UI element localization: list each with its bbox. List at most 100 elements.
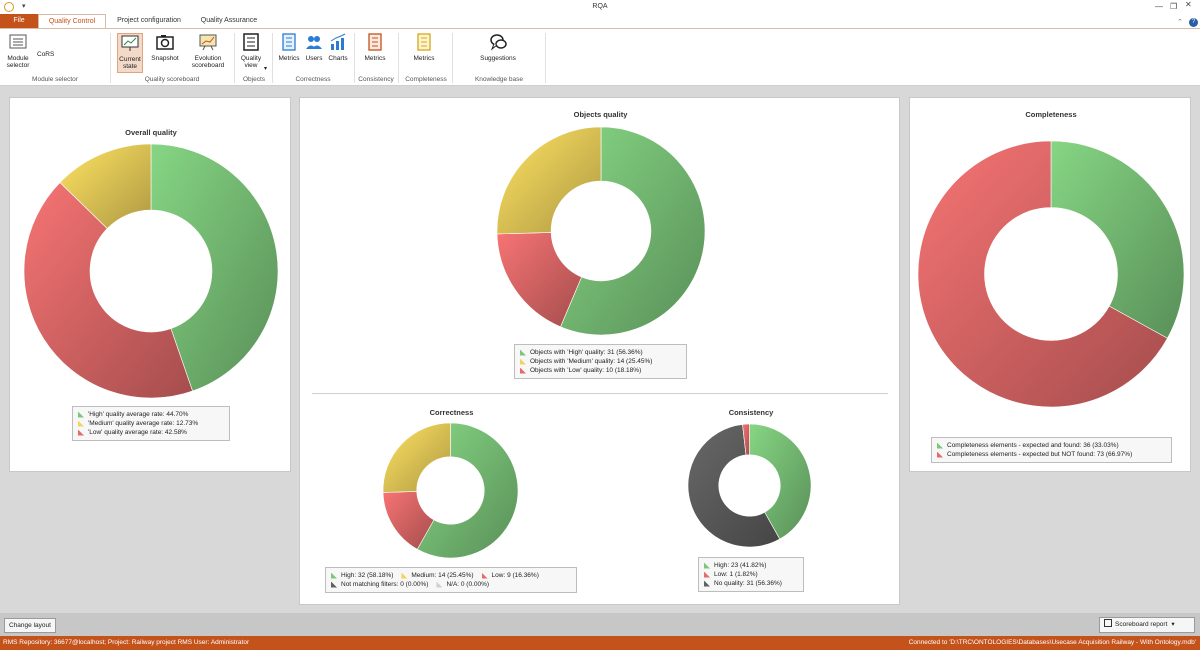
group-quality-scoreboard: Quality scoreboard [144,76,200,83]
quality-view-label: Quality view [240,55,262,69]
legend-label: 'High' quality average rate: 44.70% [88,411,189,418]
legend-swatch [704,562,710,569]
charts-button[interactable]: Charts [326,33,350,62]
users-icon [306,36,322,49]
objects-quality-chart [496,126,706,336]
evolution-scoreboard-button[interactable]: Evolution scoreboard [190,33,226,69]
snapshot-button[interactable]: Snapshot [150,33,180,62]
completeness-metrics-button[interactable]: Metrics [411,33,437,62]
completeness-title: Completeness [1025,110,1077,119]
legend-label: High: 32 (58.18%) [341,572,394,579]
legend-swatch [520,358,526,365]
legend-item: No quality: 31 (56.36%) [704,579,782,588]
window-title: RQA [592,3,608,10]
camera-icon [156,35,174,50]
objects_quality-slice-medium[interactable] [496,126,602,235]
help-icon[interactable]: ? [1189,18,1198,27]
group-consistency: Consistency [358,76,394,83]
group-objects: Objects [242,76,266,83]
tab-quality-assurance[interactable]: Quality Assurance [195,14,263,28]
scoreboard-report-label: Scoreboard report [1115,621,1168,628]
cors-label[interactable]: CoRS [37,51,54,58]
overall-quality-title: Overall quality [125,128,177,137]
legend-row: Not matching filters: 0 (0.00%) N/A: 0 (0… [331,580,571,589]
change-layout-button[interactable]: Change layout [4,618,56,633]
legend-label: Medium: 14 (25.45%) [411,572,474,579]
legend-row: 'Low' quality average rate: 42.58% [78,428,224,437]
legend-swatch [520,367,526,374]
overall-quality-panel: Overall quality 'High' quality average r… [9,97,291,472]
bottom-toolbar: Change layout Scoreboard report ▾ [0,613,1200,636]
group-completeness: Completeness [405,76,447,83]
completeness-metrics-label: Metrics [413,55,435,62]
consistency-metrics-label: Metrics [364,55,386,62]
legend-item: N/A: 0 (0.00%) [436,580,489,589]
legend-row: High: 32 (58.18%) Medium: 14 (25.45%) Low:… [331,571,571,580]
overall-quality-chart [23,143,279,399]
legend-item: Not matching filters: 0 (0.00%) [331,580,428,589]
tab-file[interactable]: File [0,14,38,28]
legend-label: Completeness elements - expected and fou… [947,442,1119,449]
correctness-title: Correctness [429,408,474,417]
minimize-icon[interactable]: — [1155,2,1163,11]
legend-swatch [937,451,943,458]
scoreboard-report-button[interactable]: Scoreboard report ▾ [1099,617,1195,633]
legend-label: Objects with 'Low' quality: 10 (18.18%) [530,367,642,374]
consistency-metrics-button[interactable]: Metrics [362,33,388,62]
legend-item: Objects with 'Medium' quality: 14 (25.45… [520,357,652,366]
legend-item: Objects with 'High' quality: 31 (56.36%) [520,348,643,357]
quality-view-button[interactable]: Quality view [237,33,265,69]
completeness-slice-high[interactable] [1050,140,1185,339]
center-panel: Objects quality Objects with 'High' qual… [299,97,900,605]
legend-row: Completeness elements - expected and fou… [937,441,1166,450]
overall-quality-legend: 'High' quality average rate: 44.70% 'Medi… [72,406,230,441]
legend-row: Objects with 'Low' quality: 10 (18.18%) [520,366,681,375]
legend-label: Not matching filters: 0 (0.00%) [341,581,429,588]
consistency-legend: High: 23 (41.82%) Low: 1 (1.82%) No qualit… [698,557,804,592]
legend-item: Medium: 14 (25.45%) [401,571,474,580]
legend-item: Completeness elements - expected and fou… [937,441,1119,450]
legend-label: 'Medium' quality average rate: 12.73% [88,420,199,427]
correctness-metrics-button[interactable]: Metrics [277,33,301,62]
legend-label: No quality: 31 (56.36%) [714,580,782,587]
legend-row: No quality: 31 (56.36%) [704,579,798,588]
quality-view-dropdown-icon[interactable]: ▾ [264,65,267,72]
tab-project-configuration[interactable]: Project configuration [110,14,188,28]
suggestions-label: Suggestions [480,55,516,62]
legend-item: 'High' quality average rate: 44.70% [78,410,188,419]
legend-swatch [704,580,710,587]
ribbon: Module selector CoRS Module selector Cur… [0,28,1200,86]
suggestions-button[interactable]: Suggestions [476,33,520,62]
maximize-icon[interactable]: ❐ [1170,2,1177,11]
status-repository: RMS Repository: 36677@localhost; Project… [3,639,250,646]
legend-item: High: 23 (41.82%) [704,561,766,570]
correctness-legend: High: 32 (58.18%) Medium: 14 (25.45%) Low:… [325,567,577,593]
legend-label: High: 23 (41.82%) [714,562,767,569]
title-bar: ▾ RQA — ❐ ✕ [0,0,1200,14]
tab-quality-control[interactable]: Quality Control [38,14,106,28]
legend-row: Objects with 'Medium' quality: 14 (25.45… [520,357,681,366]
module-selector-button[interactable]: Module selector [4,33,32,69]
collapse-ribbon-icon[interactable]: ⌃ [1177,18,1183,26]
legend-item: 'Low' quality average rate: 42.58% [78,428,187,437]
status-bar: RMS Repository: 36677@localhost; Project… [0,636,1200,650]
close-icon[interactable]: ✕ [1185,0,1192,9]
evolution-scoreboard-label: Evolution scoreboard [191,55,225,69]
legend-label: Low: 1 (1.82%) [714,571,758,578]
objects-quality-title: Objects quality [573,110,628,119]
ribbon-tabs: File Quality Control Project configurati… [0,14,1200,28]
group-module-selector: Module selector [32,76,78,83]
legend-row: High: 23 (41.82%) [704,561,798,570]
users-button[interactable]: Users [303,33,325,62]
correctness-slice-medium[interactable] [382,422,451,493]
chevron-down-icon: ▾ [1171,621,1175,628]
legend-row: Completeness elements - expected but NOT… [937,450,1166,459]
current-state-button[interactable]: Current state [117,33,143,73]
legend-swatch [331,572,337,579]
legend-swatch [331,581,337,588]
module-selector-label: Module selector [6,55,30,69]
current-state-label: Current state [119,56,141,70]
report-icon [1104,619,1112,627]
legend-swatch [78,420,84,427]
correctness-chart [382,422,519,559]
